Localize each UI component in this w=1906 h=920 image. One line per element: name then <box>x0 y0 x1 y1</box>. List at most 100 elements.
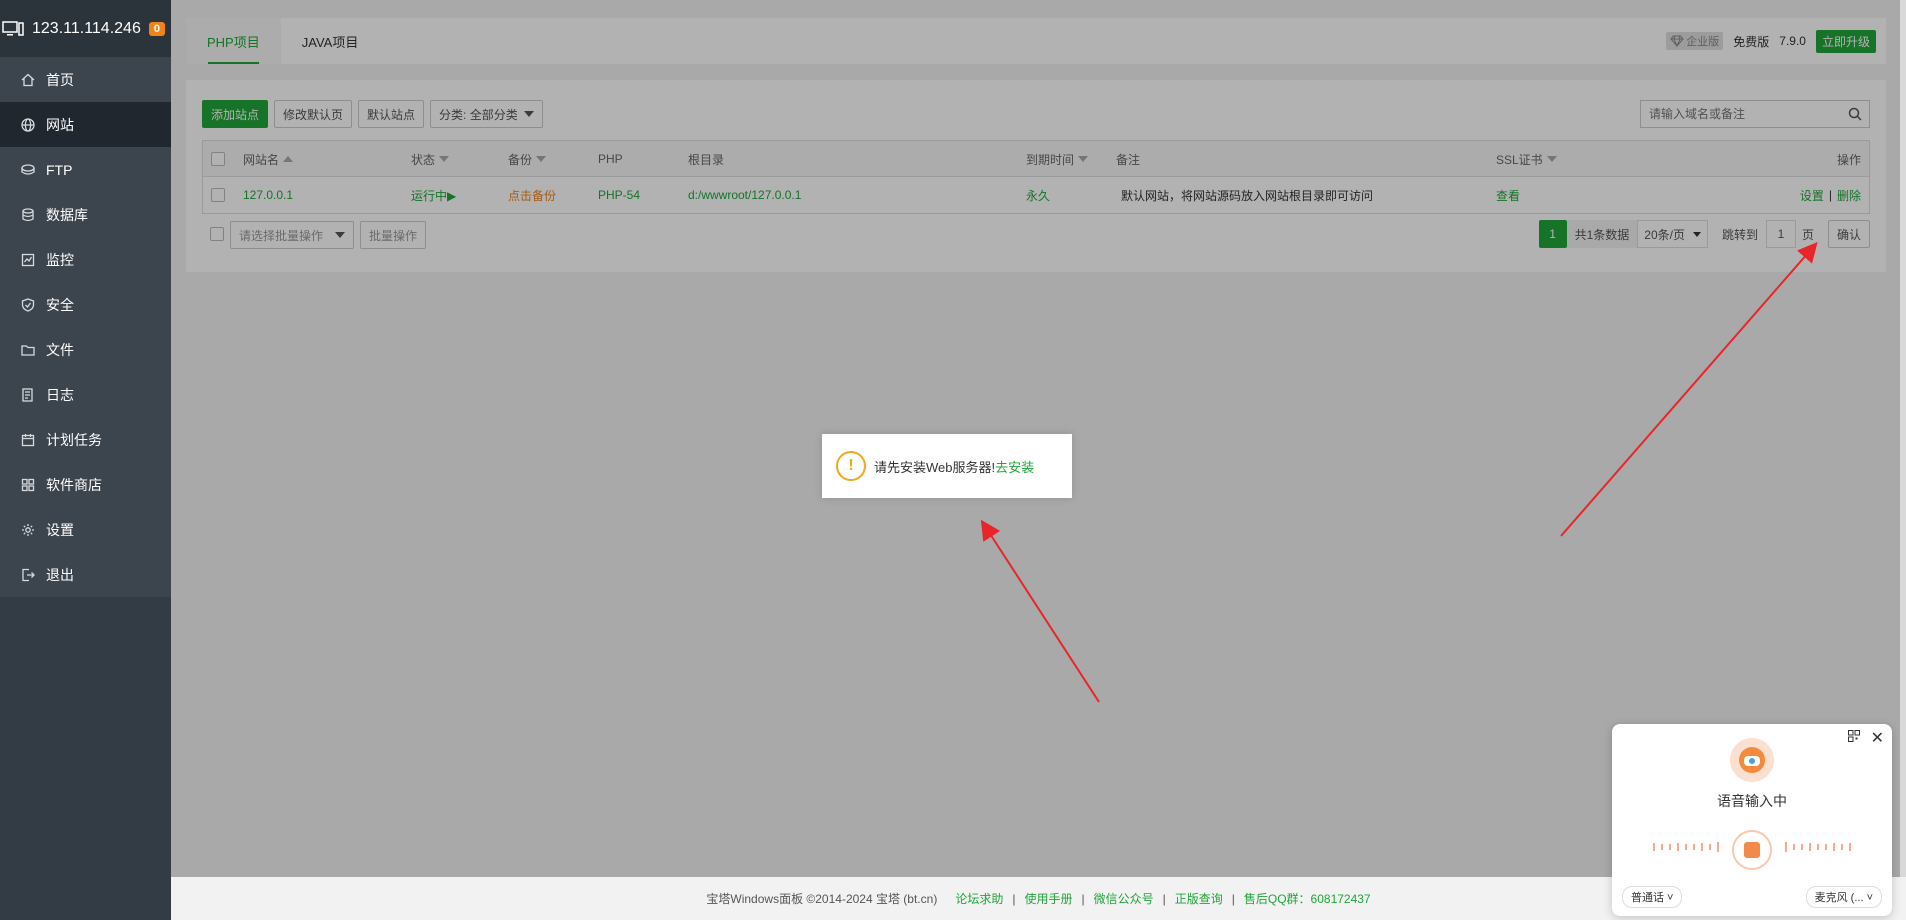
tab-php-project[interactable]: PHP项目 <box>186 18 281 64</box>
license-check-link[interactable]: 正版查询 <box>1175 890 1223 907</box>
footer-select-all-checkbox[interactable] <box>210 227 224 241</box>
jump-confirm-button[interactable]: 确认 <box>1827 220 1870 248</box>
row-checkbox[interactable] <box>211 188 225 202</box>
sidebar-item-app-store[interactable]: 软件商店 <box>0 462 171 507</box>
sidebar-item-home[interactable]: 首页 <box>0 57 171 102</box>
sidebar-item-label: 数据库 <box>46 206 88 223</box>
upgrade-button[interactable]: 立即升级 <box>1815 29 1876 53</box>
install-link[interactable]: 去安装 <box>995 457 1034 476</box>
php-version-link[interactable]: PHP-54 <box>598 177 640 213</box>
notification-badge[interactable]: 0 <box>148 21 165 36</box>
window-edge <box>1900 0 1906 920</box>
col-ops: 操作 <box>1836 152 1861 167</box>
monitor-icon <box>20 252 36 268</box>
sidebar-item-logs[interactable]: 日志 <box>0 372 171 417</box>
close-icon[interactable]: ✕ <box>1871 728 1884 748</box>
table-row: 127.0.0.1 运行中▶ 点击备份 PHP-54 d:/wwwroot/12… <box>203 177 1869 213</box>
select-all-checkbox[interactable] <box>211 152 225 166</box>
col-expire[interactable]: 到期时间 <box>1026 141 1089 177</box>
add-site-button[interactable]: 添加站点 <box>202 100 269 128</box>
batch-select[interactable]: 请选择批量操作 <box>230 221 354 249</box>
sidebar-item-ftp[interactable]: FTP <box>0 147 171 192</box>
qq-group-link[interactable]: 售后QQ群：608172437 <box>1244 890 1371 907</box>
language-value: 普通话 <box>1631 892 1664 904</box>
batch-action-button[interactable]: 批量操作 <box>360 221 427 249</box>
sidebar-item-database[interactable]: 数据库 <box>0 192 171 237</box>
jump-label: 跳转到 <box>1721 227 1758 242</box>
sidebar-item-logout[interactable]: 退出 <box>0 552 171 597</box>
manual-link[interactable]: 使用手册 <box>1024 890 1072 907</box>
sidebar-item-label: 退出 <box>46 566 74 583</box>
qrcode-icon[interactable] <box>1848 730 1860 742</box>
sidebar-item-label: 网站 <box>46 116 74 133</box>
sidebar-item-cron[interactable]: 计划任务 <box>0 417 171 462</box>
enterprise-badge[interactable]: 企业版 <box>1666 32 1724 50</box>
default-site-button[interactable]: 默认站点 <box>358 100 425 128</box>
enterprise-label: 企业版 <box>1686 36 1720 48</box>
chevron-down-icon <box>1692 231 1701 237</box>
footer-sep: | <box>1012 891 1016 906</box>
stop-recording-button[interactable] <box>1732 830 1772 870</box>
sidebar-item-label: 软件商店 <box>46 476 102 493</box>
table-footer: 请选择批量操作 批量操作 1 共1条数据 20条/页 跳转到 1 页 确认 <box>202 220 1870 250</box>
edition-label: 免费版 <box>1733 34 1770 49</box>
sidebar: 123.11.114.246 0 首页 网站 FTP 数据库 监控 安全 文件 … <box>0 0 171 920</box>
col-remark: 备注 <box>1116 152 1141 167</box>
sidebar-item-monitor[interactable]: 监控 <box>0 237 171 282</box>
sidebar-item-security[interactable]: 安全 <box>0 282 171 327</box>
language-select[interactable]: 普通话 ˅ <box>1622 886 1683 908</box>
log-icon <box>20 387 36 403</box>
sidebar-item-label: 监控 <box>46 251 74 268</box>
delete-link[interactable]: 删除 <box>1837 187 1861 204</box>
batch-select-value: 请选择批量操作 <box>239 228 324 243</box>
site-remark[interactable]: 默认网站，将网站源码放入网站根目录即可访问 <box>1121 177 1373 213</box>
sidebar-item-label: 计划任务 <box>46 431 102 448</box>
col-backup[interactable]: 备份 <box>508 141 547 177</box>
footer-sep: | <box>1231 891 1235 906</box>
version-label: 7.9.0 <box>1779 34 1806 48</box>
backup-link[interactable]: 点击备份 <box>508 177 556 213</box>
microphone-value: 麦克风 (... <box>1814 892 1864 904</box>
site-name-link[interactable]: 127.0.0.1 <box>243 177 293 213</box>
forum-link[interactable]: 论坛求助 <box>955 890 1003 907</box>
col-status[interactable]: 状态 <box>411 141 450 177</box>
warning-icon: ! <box>836 451 866 481</box>
sort-down-icon <box>1078 156 1089 162</box>
pagination: 1 共1条数据 20条/页 跳转到 1 页 确认 <box>1538 220 1870 248</box>
message-text: 请先安装Web服务器! <box>874 459 996 475</box>
edit-default-page-button[interactable]: 修改默认页 <box>274 100 353 128</box>
sidebar-item-label: 首页 <box>46 71 74 88</box>
search-input[interactable] <box>1641 101 1841 127</box>
expire-link[interactable]: 永久 <box>1026 177 1050 213</box>
copyright-text: 宝塔Windows面板 ©2014-2024 宝塔 (bt.cn) <box>706 892 938 906</box>
root-dir-link[interactable]: d:/wwwroot/127.0.0.1 <box>688 177 801 213</box>
category-select-value: 分类: 全部分类 <box>439 107 518 122</box>
search-icon[interactable] <box>1841 107 1869 121</box>
sidebar-item-label: 文件 <box>46 341 74 358</box>
tab-java-project[interactable]: JAVA项目 <box>281 18 380 64</box>
col-ssl[interactable]: SSL证书 <box>1496 141 1557 177</box>
edition-info: 企业版 免费版 7.9.0 立即升级 <box>1666 29 1886 53</box>
logout-icon <box>20 567 36 583</box>
chevron-down-icon <box>523 111 534 117</box>
microphone-select[interactable]: 麦克风 (... ˅ <box>1805 886 1882 908</box>
per-page-select[interactable]: 20条/页 <box>1637 220 1708 248</box>
col-site-name[interactable]: 网站名 <box>243 141 294 177</box>
site-status[interactable]: 运行中▶ <box>411 177 456 213</box>
chevron-down-icon <box>335 232 345 238</box>
category-select[interactable]: 分类: 全部分类 <box>430 100 543 128</box>
voice-status: 语音输入中 <box>1717 793 1787 809</box>
sidebar-item-label: FTP <box>46 161 73 178</box>
jump-page-input[interactable]: 1 <box>1765 220 1796 248</box>
page-1-button[interactable]: 1 <box>1538 220 1567 248</box>
sidebar-item-website[interactable]: 网站 <box>0 102 171 147</box>
monitor-server-icon <box>2 20 24 36</box>
settings-link[interactable]: 设置 <box>1800 187 1824 204</box>
wechat-link[interactable]: 微信公众号 <box>1094 890 1154 907</box>
total-count: 共1条数据 <box>1566 220 1638 248</box>
sidebar-item-settings[interactable]: 设置 <box>0 507 171 552</box>
col-status-label: 状态 <box>411 152 436 167</box>
diamond-icon <box>1670 35 1684 47</box>
ssl-view-link[interactable]: 查看 <box>1496 177 1520 213</box>
sidebar-item-files[interactable]: 文件 <box>0 327 171 372</box>
